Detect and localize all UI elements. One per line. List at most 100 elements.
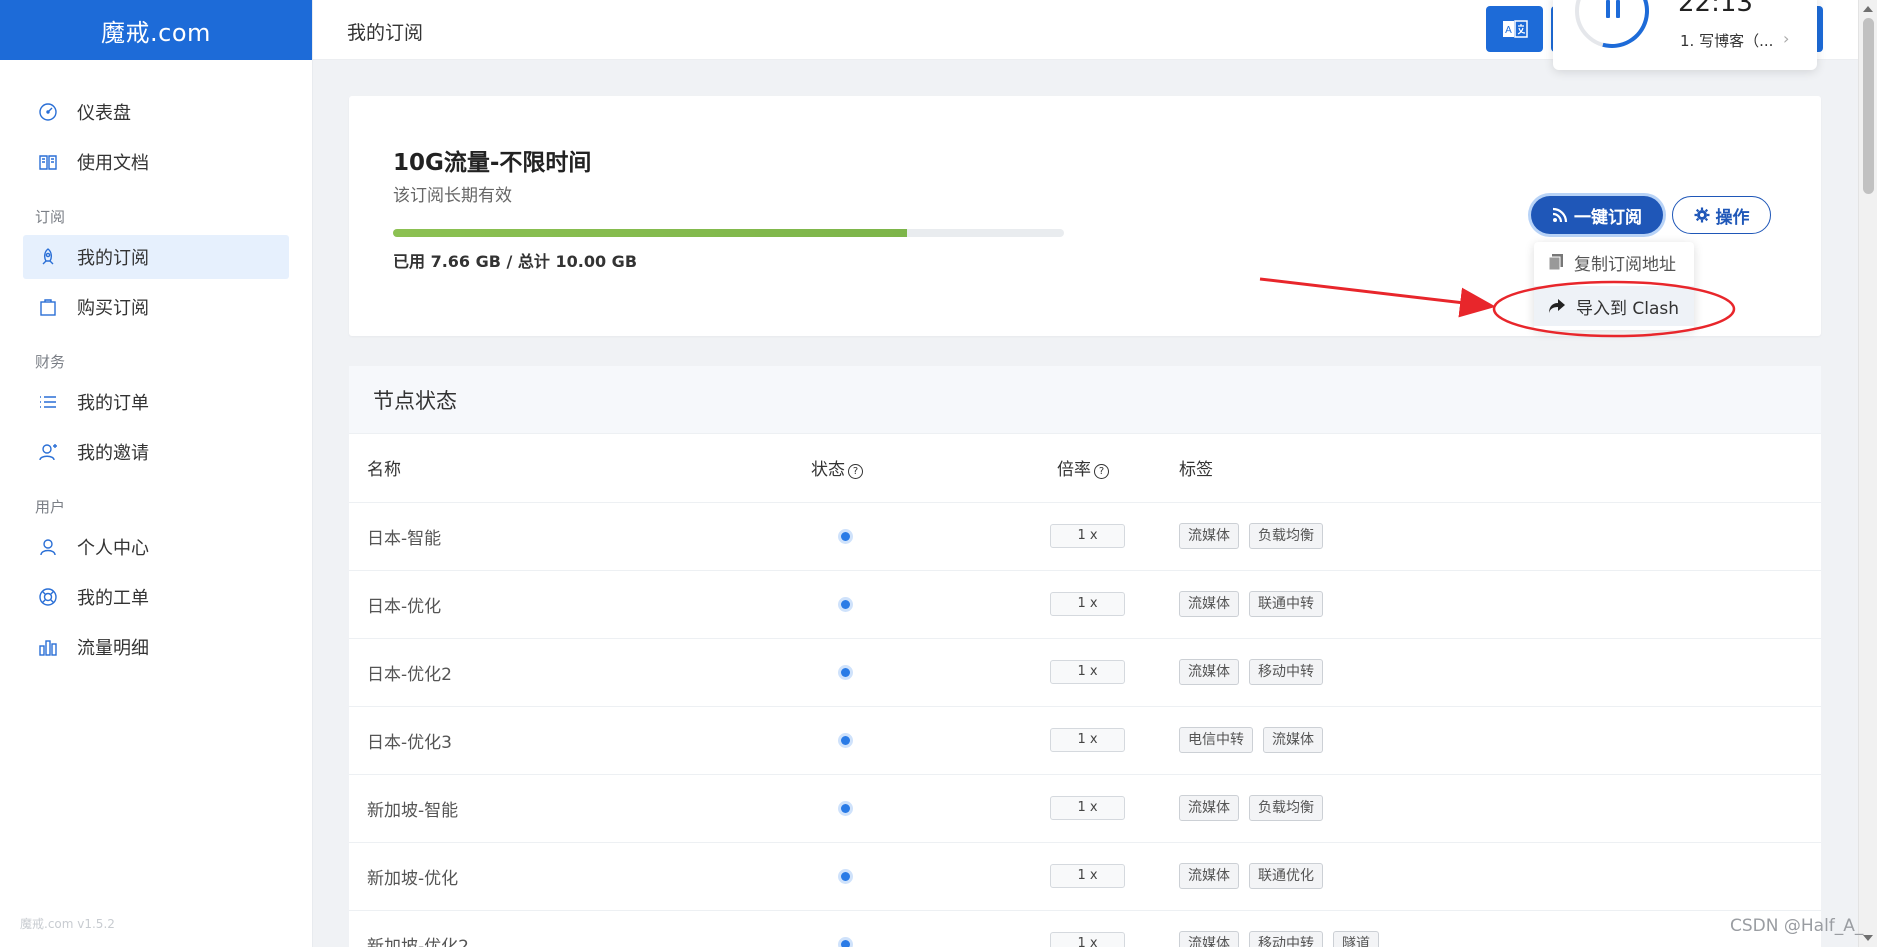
sidebar-item-label: 我的订单 [77,393,149,414]
menu-item-import-to-clash[interactable]: 导入到 Clash [1534,286,1694,326]
help-icon[interactable]: ? [848,464,863,480]
menu-item-label: 复制订阅地址 [1574,254,1676,275]
table-row[interactable]: 日本-优化 1 x 流媒体 联通中转 [349,570,1821,639]
node-rate: 1 x [989,638,1179,707]
book-icon [37,151,59,173]
timer-widget[interactable]: 22:13 1. 写博客（... › [1553,0,1817,70]
status-online-dot [841,940,850,947]
node-rate: 1 x [989,570,1179,639]
translate-icon: A [1502,20,1528,38]
list-icon [37,391,59,413]
rate-badge: 1 x [1050,864,1125,888]
node-tag: 负载均衡 [1249,523,1323,549]
scroll-up-icon[interactable] [1863,6,1873,12]
version-label: 魔戒.com v1.5.2 [20,917,115,931]
node-tag: 移动中转 [1249,931,1323,947]
support-icon [37,586,59,608]
status-online-dot [841,600,850,609]
column-status: 状态? [769,434,989,503]
sidebar-item-my-orders[interactable]: 我的订单 [23,380,289,424]
one-click-subscribe-label: 一键订阅 [1574,207,1642,228]
sidebar-item-my-subscription[interactable]: 我的订阅 [23,235,289,279]
sidebar-item-buy-subscription[interactable]: 购买订阅 [23,285,289,329]
node-status [769,502,989,571]
table-header-row: 名称 状态? 倍率? 标签 [349,434,1821,503]
node-tag: 流媒体 [1179,931,1239,947]
node-status [769,774,989,843]
table-row[interactable]: 日本-优化3 1 x 电信中转 流媒体 [349,706,1821,775]
brand-logo[interactable]: 魔戒.com [0,0,312,60]
node-tag: 联通优化 [1249,863,1323,889]
status-online-dot [841,532,850,541]
node-tag: 流媒体 [1263,727,1323,753]
help-icon[interactable]: ? [1094,464,1109,480]
node-tag: 电信中转 [1179,727,1253,753]
rss-icon [1552,207,1568,223]
scrollbar-thumb[interactable] [1863,18,1874,194]
nav-group-subscribe: 订阅 [35,208,66,226]
sidebar-item-docs[interactable]: 使用文档 [23,140,289,184]
node-name: 新加坡-优化2 [349,910,769,947]
watermark: CSDN @Half_A_ [1730,916,1864,936]
node-tag: 隧道 [1333,931,1379,947]
page-scrollbar[interactable] [1858,0,1877,947]
user-icon [37,536,59,558]
chart-icon [37,636,59,658]
status-online-dot [841,736,850,745]
sidebar-item-label: 购买订阅 [77,298,149,319]
table-row[interactable]: 日本-优化2 1 x 流媒体 移动中转 [349,638,1821,707]
node-name: 新加坡-智能 [349,774,769,843]
status-online-dot [841,668,850,677]
node-status [769,706,989,775]
svg-text:A: A [1505,25,1512,36]
copy-icon [1548,254,1563,271]
sidebar: 魔戒.com 仪表盘 使用文档 订阅 我的订阅 购买订阅 财务 我的订单 我的邀… [0,0,313,947]
menu-item-copy-subscription-url[interactable]: 复制订阅地址 [1534,242,1694,282]
bag-icon [37,296,59,318]
table-row[interactable]: 新加坡-优化 1 x 流媒体 联通优化 [349,842,1821,911]
node-name: 日本-优化2 [349,638,769,707]
node-name: 日本-优化 [349,570,769,639]
share-icon [1549,299,1565,313]
rate-badge: 1 x [1050,932,1125,947]
usage-text: 已用 7.66 GB / 总计 10.00 GB [393,252,638,271]
sidebar-item-traffic[interactable]: 流量明细 [23,625,289,669]
sidebar-item-dashboard[interactable]: 仪表盘 [23,90,289,134]
node-tags: 流媒体 负载均衡 [1179,502,1821,571]
translate-button[interactable]: A [1486,6,1543,52]
node-status [769,842,989,911]
chevron-right-icon[interactable]: › [1783,29,1789,48]
node-tags: 流媒体 负载均衡 [1179,774,1821,843]
timer-time: 22:13 [1678,0,1753,18]
sidebar-item-tickets[interactable]: 我的工单 [23,575,289,619]
subscription-desc: 该订阅长期有效 [393,186,512,206]
node-tag: 流媒体 [1179,795,1239,821]
page-title: 我的订阅 [347,22,424,44]
node-tags: 流媒体 移动中转 [1179,638,1821,707]
sidebar-item-profile[interactable]: 个人中心 [23,525,289,569]
sidebar-item-label: 个人中心 [77,538,149,559]
node-table-body: 日本-智能 1 x 流媒体 负载均衡 日本-优化 1 x 流媒体 联通中转 日本-优化2 1 x流… [349,502,1821,947]
node-tag: 流媒体 [1179,523,1239,549]
rocket-icon [37,246,59,268]
table-row[interactable]: 日本-智能 1 x 流媒体 负载均衡 [349,502,1821,571]
node-tags: 流媒体 联通中转 [1179,570,1821,639]
operations-button[interactable]: 操作 [1672,196,1771,234]
node-tag: 移动中转 [1249,659,1323,685]
node-tags: 流媒体 移动中转 隧道 [1179,910,1821,947]
node-rate: 1 x [989,910,1179,947]
pause-icon[interactable] [1606,0,1620,18]
table-row[interactable]: 新加坡-优化2 1 x 流媒体 移动中转 隧道 [349,910,1821,947]
node-name: 日本-优化3 [349,706,769,775]
node-table: 名称 状态? 倍率? 标签 日本-智能 1 x 流媒体 负载均衡 日本-优化 1 x 流媒体… [349,434,1821,947]
usage-progress-bar [393,229,1064,237]
scroll-down-icon[interactable] [1863,935,1873,941]
rate-badge: 1 x [1050,796,1125,820]
one-click-subscribe-button[interactable]: 一键订阅 [1531,196,1663,234]
node-rate: 1 x [989,774,1179,843]
sidebar-item-my-invites[interactable]: 我的邀请 [23,430,289,474]
dashboard-icon [37,101,59,123]
node-name: 新加坡-优化 [349,842,769,911]
table-row[interactable]: 新加坡-智能 1 x 流媒体 负载均衡 [349,774,1821,843]
node-status-title: 节点状态 [349,366,1821,434]
